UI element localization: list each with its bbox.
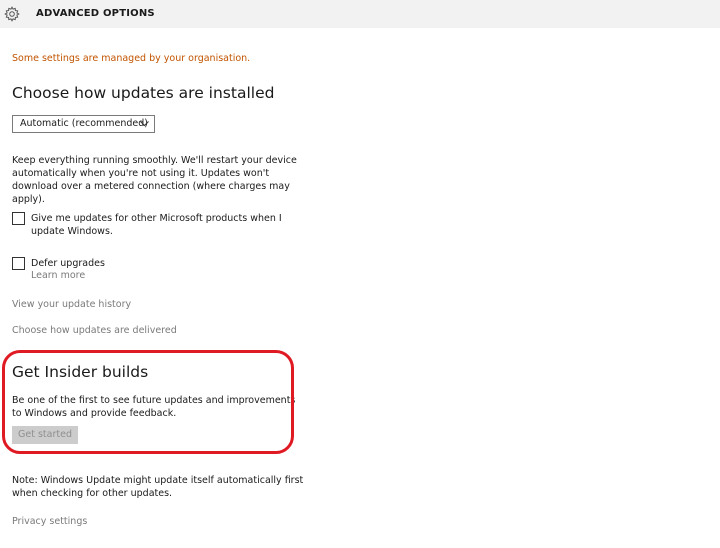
install-mode-dropdown[interactable]: Automatic (recommended)	[12, 115, 155, 133]
delivery-options-link[interactable]: Choose how updates are delivered	[12, 325, 177, 336]
managed-notice: Some settings are managed by your organi…	[12, 53, 251, 64]
title-bar: ADVANCED OPTIONS	[0, 0, 720, 28]
get-started-button[interactable]: Get started	[12, 426, 78, 444]
gear-icon	[4, 6, 20, 22]
insider-description: Be one of the first to see future update…	[12, 395, 296, 419]
insider-heading: Get Insider builds	[12, 363, 149, 381]
update-history-link[interactable]: View your update history	[12, 299, 131, 310]
window-title: ADVANCED OPTIONS	[36, 8, 155, 19]
dropdown-value: Automatic (recommended)	[20, 118, 149, 129]
ms-updates-checkbox[interactable]	[12, 212, 25, 225]
learn-more-link[interactable]: Learn more	[31, 270, 85, 281]
install-heading: Choose how updates are installed	[12, 84, 275, 102]
update-note: Note: Windows Update might update itself…	[12, 475, 304, 499]
defer-upgrades-label: Defer upgrades	[31, 258, 105, 269]
defer-upgrades-checkbox[interactable]	[12, 257, 25, 270]
chevron-down-icon	[140, 121, 149, 127]
ms-updates-label: Give me updates for other Microsoft prod…	[31, 213, 282, 237]
privacy-settings-link[interactable]: Privacy settings	[12, 516, 87, 527]
install-description: Keep everything running smoothly. We'll …	[12, 155, 297, 205]
